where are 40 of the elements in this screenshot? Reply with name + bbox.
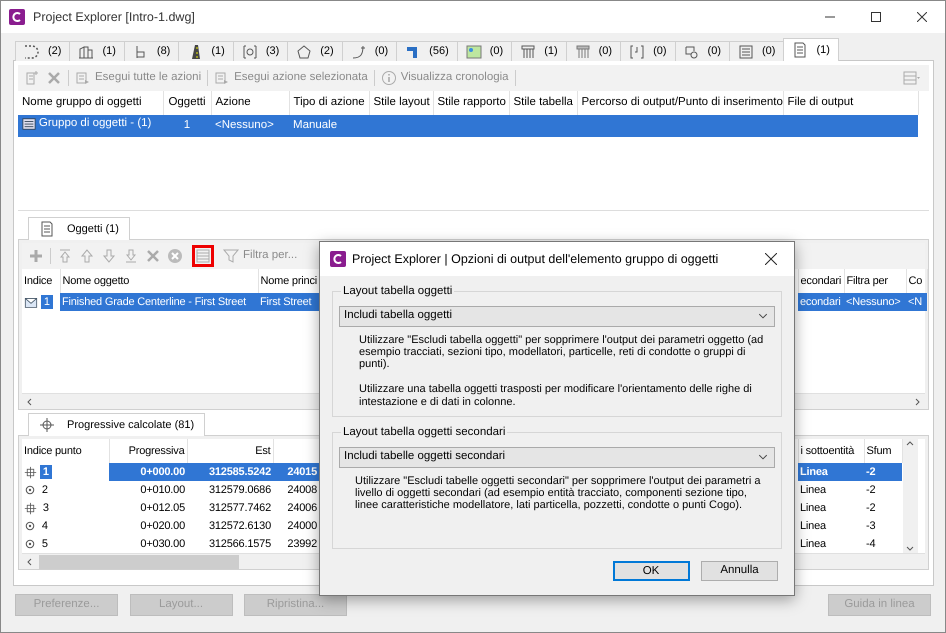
- table-cell: 312579.0686: [208, 484, 271, 496]
- table-cell: 0+030.00: [140, 538, 185, 550]
- table-cell: Linea: [800, 502, 826, 514]
- table-cell: Linea: [800, 484, 826, 496]
- table-cell: Finished Grade Centerline - First Street: [62, 296, 246, 308]
- table-cell: Linea: [800, 466, 828, 478]
- help-text: Utilizzare "Escludi tabella oggetti" per sopprimere l'output dei parametri oggetto (ad esempio tracciati, sezioni tipo, modellatori, particelle, reti di condotte o gruppi di punti).: [359, 334, 764, 370]
- table-cell: 0+000.00: [140, 466, 185, 478]
- table-cell: 23992: [287, 538, 317, 550]
- table-cell: -2: [866, 466, 876, 478]
- table-cell: 312577.7462: [208, 502, 271, 514]
- table-cell: -2: [866, 502, 876, 514]
- table-cell: 312572.6130: [208, 520, 271, 532]
- table-cell: 0+012.05: [140, 502, 185, 514]
- help-text: Utilizzare "Escludi tabelle oggetti secondari" per sopprimere l'output dei parametri a livello di oggetti secondari (ad esempio entità tracciato, componenti sezione tipo, linee caratteristiche modellatore, lati particella, pozzetti, condotte o punti Cogo).: [355, 474, 762, 512]
- table-cell: 0+010.00: [140, 484, 185, 496]
- table-cell: 312566.1575: [208, 538, 271, 550]
- table-cell: -3: [866, 520, 876, 532]
- table-cell: 0+020.00: [140, 520, 185, 532]
- table-cell: First Street: [260, 296, 312, 308]
- table-cell: 24008: [287, 484, 317, 496]
- table-cell: econdari: [800, 296, 841, 308]
- table-cell: -4: [866, 538, 876, 550]
- dialog-title: Project Explorer | Opzioni di output dell'elemento gruppo di oggetti: [352, 250, 720, 268]
- group-label: Layout tabella oggetti: [342, 286, 454, 298]
- table-cell: <N: [908, 296, 922, 308]
- table-cell: <Nessuno>: [215, 119, 274, 132]
- table-cell: Linea: [800, 520, 826, 532]
- table-cell: -2: [866, 484, 876, 496]
- table-cell: 24000: [287, 520, 317, 532]
- table-cell: Linea: [800, 538, 826, 550]
- help-text: Utilizzare una tabella oggetti trasposti per modificare l'orientamento delle righe di intestazione e di dati in colonne.: [359, 383, 753, 408]
- table-cell: 24006: [287, 502, 317, 514]
- table-cell: 1: [184, 119, 190, 132]
- table-cell: <Nessuno>: [846, 296, 900, 308]
- table-cell: Manuale: [293, 119, 338, 132]
- group-label: Layout tabella oggetti secondari: [342, 427, 506, 439]
- table-cell: 24015: [287, 466, 317, 478]
- window-title: Project Explorer [Intro-1.dwg]: [33, 8, 196, 26]
- table-cell: 312585.5242: [208, 466, 271, 478]
